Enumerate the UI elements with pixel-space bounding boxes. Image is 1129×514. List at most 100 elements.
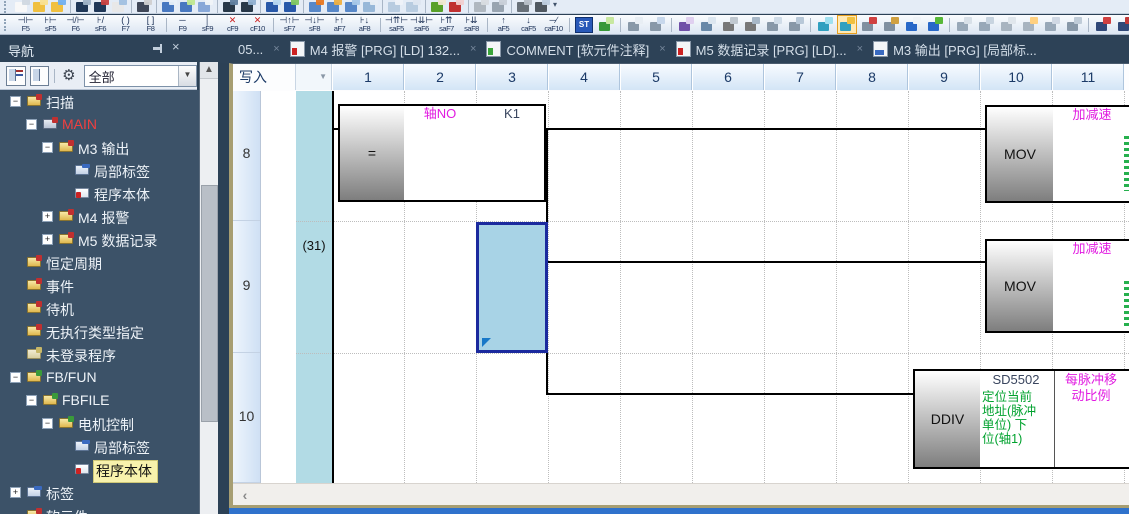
tree-item-label[interactable]: M3 输出 [78,139,129,159]
tree-item-扫描[interactable]: −扫描 [0,90,199,113]
tree-item-label[interactable]: 事件 [46,277,74,297]
tree-item-恒定周期[interactable]: 恒定周期 [0,251,199,274]
cross-ref-tree-icon[interactable] [815,15,835,34]
cross-ref-edit-icon[interactable] [837,15,857,34]
ddiv-instruction-cell[interactable]: DDIV [915,371,980,467]
tree-item-程序本体[interactable]: 程序本体 [0,458,199,481]
collapse-icon[interactable]: − [26,395,37,406]
ladder-symbol-button-cF9[interactable]: ✕cF9 [220,16,245,34]
toolbar-window-1-icon[interactable] [161,0,177,13]
tree-item-label[interactable]: 局部标签 [94,438,150,458]
ladder-symbol-button-aF7[interactable]: ⊦↑aF7 [327,16,352,34]
ladder-symbol-button-F9[interactable]: ─F9 [170,16,195,34]
toolbar-doc-2-icon[interactable] [111,0,127,13]
indent-1-icon[interactable] [954,15,974,34]
toolbar-gray-1-icon[interactable] [473,0,489,13]
ladder-symbol-button-sF8[interactable]: ⊣↓⊢sF8 [302,16,327,34]
toolbar-block-1-icon[interactable] [222,0,238,13]
ladder-symbol-button-aF8[interactable]: ⊦↓aF8 [352,16,377,34]
tree-item-label[interactable]: 标签 [46,484,74,504]
toolbar-grid-3-icon[interactable] [344,0,360,13]
ladder-symbol-button-sF5[interactable]: ⊦⊢sF5 [38,16,63,34]
note-small-icon[interactable] [1020,15,1040,34]
document-tab-3[interactable]: COMMENT [软元件注释] [486,40,649,59]
tree-item-软元件[interactable]: 软元件 [0,504,199,514]
toolbar-grid-pale-2-icon[interactable] [405,0,421,13]
scroll-up-icon[interactable]: ▲ [200,62,218,79]
tree-item-label[interactable]: 电机控制 [78,415,134,435]
document-tab-4[interactable]: M5 数据记录 [PRG] [LD]... [676,40,847,59]
expand-icon[interactable]: + [42,211,53,222]
tree-item-label[interactable]: 局部标签 [94,162,150,182]
toolbar-delete-x-icon[interactable] [448,0,464,13]
pin-icon[interactable] [153,44,164,53]
horizontal-scrollbar[interactable]: ‹ [233,483,1129,505]
expand-icon[interactable]: + [42,234,53,245]
ladder-symbol-button-saF6[interactable]: ⊣⇊⊢saF6 [409,16,434,34]
ladder-symbol-button-F8[interactable]: [ ]F8 [138,16,163,34]
tree-view-2-icon[interactable] [30,66,50,86]
ddiv-operand-label[interactable]: 每脉冲移 动比例 [1054,372,1128,404]
device-comment-bubble-icon[interactable] [625,15,645,34]
ladder-symbol-button-caF10[interactable]: ─∕caF10 [541,16,566,34]
tree-filter-combobox[interactable]: 全部 ▼ [84,65,197,87]
ladder-symbol-button-saF8[interactable]: ⊦⇊saF8 [459,16,484,34]
ladder-toolbar-grip[interactable] [4,19,9,31]
statement-bubble-icon[interactable] [647,15,667,34]
tree-item-label[interactable]: 未登录程序 [46,346,116,366]
collapse-icon[interactable]: − [26,119,37,130]
ladder-symbol-button-caF5[interactable]: ↓caF5 [516,16,541,34]
toolbar-doc-icon[interactable] [14,0,30,13]
toolbar-monitor-2-icon[interactable] [283,0,299,13]
ladder-symbol-button-sF7[interactable]: ⊣↑⊢sF7 [277,16,302,34]
compare-operand-label[interactable]: 轴NO [404,106,476,122]
find-next-binoculars-icon[interactable] [742,15,762,34]
tree-item-电机控制[interactable]: −电机控制 [0,412,199,435]
ladder-symbol-button-F5[interactable]: ⊣⊢F5 [13,16,38,34]
device-find-icon[interactable] [859,15,879,34]
document-tab-1[interactable]: 05... [238,42,263,57]
ladder-symbol-button-F6[interactable]: ⊣/⊢F6 [63,16,88,34]
document-tab-2[interactable]: M4 报警 [PRG] [LD] 132... [290,40,460,59]
tree-item-事件[interactable]: 事件 [0,274,199,297]
ladder-symbol-button-aF5[interactable]: ↑aF5 [491,16,516,34]
tree-item-无执行类型指定[interactable]: 无执行类型指定 [0,320,199,343]
tree-item-label[interactable]: FB/FUN [46,369,97,385]
tree-item-label[interactable]: 无执行类型指定 [46,323,144,343]
tree-item-label[interactable]: M4 报警 [78,208,129,228]
toolbar-folder-open-icon[interactable] [32,0,48,13]
mov2-instruction-cell[interactable]: MOV [987,241,1053,331]
user-lib-2-icon[interactable] [1115,15,1129,34]
tree-item-label[interactable]: 程序本体 [94,185,150,205]
toolbar-folder-import-icon[interactable] [50,0,66,13]
header-dropdown-icon[interactable]: ▼ [296,64,332,90]
toolbar-window-3-icon[interactable] [197,0,213,13]
tab-close-icon[interactable]: × [857,43,863,55]
tree-item-label[interactable]: 恒定周期 [46,254,102,274]
collapse-icon[interactable]: − [42,142,53,153]
ladder-edit-green-icon[interactable] [596,15,616,34]
toolbar-binoculars-icon[interactable] [516,0,532,13]
toolbar-gray-2-icon[interactable] [491,0,507,13]
inline-st-button[interactable]: ST [575,17,593,33]
indent-2-icon[interactable] [976,15,996,34]
toolbar-block-2-icon[interactable] [240,0,256,13]
tree-item-M4 报警[interactable]: + M4 报警 [0,205,199,228]
mov2-operand-label[interactable]: 加减速 [1056,241,1128,257]
user-lib-1-icon[interactable] [1093,15,1113,34]
ladder-symbol-button-cF10[interactable]: ✕cF10 [245,16,270,34]
check-list-1-icon[interactable] [1042,15,1062,34]
tree-item-标签[interactable]: +标签 [0,481,199,504]
mov1-instruction-cell[interactable]: MOV [987,107,1053,201]
gear-icon[interactable]: ⚙ [62,67,75,85]
ladder-canvas[interactable]: 8 9 10 (31) = 轴NO K1 MOV 加减速 [233,91,1129,483]
ddiv-device[interactable]: SD5502 [983,372,1049,387]
tree-item-label[interactable]: FBFILE [62,392,109,408]
navigation-scrollbar[interactable]: ▲ [199,62,218,514]
copy-doc-icon[interactable] [698,15,718,34]
device-batch-icon[interactable] [925,15,945,34]
toolbar-overflow-icon[interactable]: ▾ [553,0,557,9]
tree-item-FB/FUN[interactable]: −FB/FUN [0,366,199,389]
tree-item-label[interactable]: 待机 [46,300,74,320]
toolbar-monitor-1-icon[interactable] [265,0,281,13]
